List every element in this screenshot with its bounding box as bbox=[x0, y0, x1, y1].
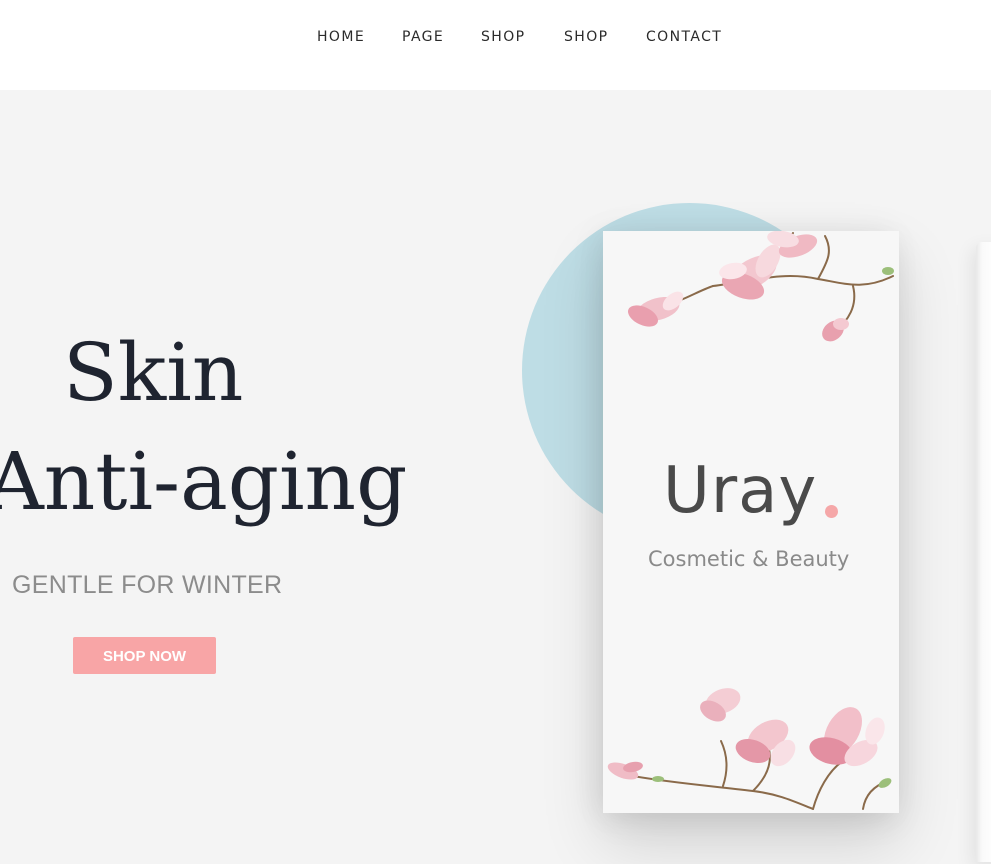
nav-item-shop-2[interactable]: SHOP bbox=[564, 29, 608, 45]
shop-now-button[interactable]: SHOP NOW bbox=[73, 637, 216, 674]
top-navigation: HOME PAGE SHOP SHOP CONTACT bbox=[0, 0, 991, 90]
hero-title-line2: Anti-aging bbox=[0, 435, 408, 528]
magnolia-bottom-illustration bbox=[607, 688, 892, 810]
nav-item-home[interactable]: HOME bbox=[317, 29, 365, 45]
product-card: Uray Cosmetic & Beauty bbox=[603, 231, 899, 813]
nav-item-contact[interactable]: CONTACT bbox=[646, 29, 722, 45]
hero-title-line1: Skin bbox=[63, 326, 244, 419]
magnolia-top-illustration bbox=[628, 231, 894, 342]
hero-banner: Skin Anti-aging GENTLE FOR WINTER SHOP N… bbox=[0, 90, 991, 864]
brand-tagline: Cosmetic & Beauty bbox=[648, 547, 850, 571]
nav-item-shop[interactable]: SHOP bbox=[481, 29, 525, 45]
brand-logo: Uray bbox=[663, 454, 818, 528]
nav-item-page[interactable]: PAGE bbox=[402, 29, 444, 45]
brand-dot bbox=[825, 505, 838, 518]
product-tube-edge bbox=[976, 242, 991, 862]
hero-subtitle: GENTLE FOR WINTER bbox=[12, 571, 283, 599]
